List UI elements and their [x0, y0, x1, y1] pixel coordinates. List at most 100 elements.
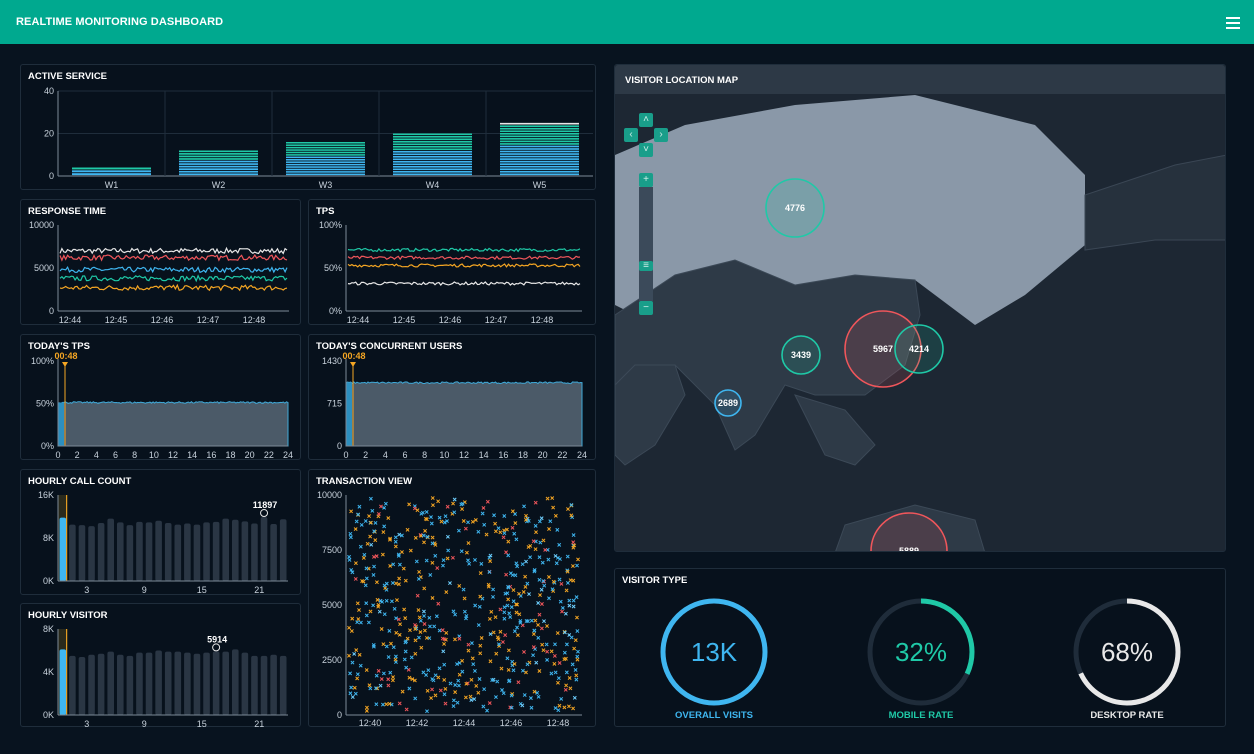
transaction-point	[471, 662, 476, 667]
bar-segment	[500, 132, 579, 135]
transaction-point	[509, 605, 514, 610]
transaction-point	[453, 683, 458, 687]
zoom-slider-handle[interactable]: ≡	[639, 261, 653, 271]
transaction-point	[429, 515, 433, 520]
y-tick-label: 4K	[43, 667, 54, 677]
transaction-point	[354, 519, 359, 524]
transaction-point	[404, 665, 409, 670]
pan-right-icon[interactable]: ›	[654, 128, 668, 142]
transaction-point	[547, 596, 551, 601]
transaction-point	[439, 519, 444, 524]
transaction-point	[502, 605, 507, 610]
transaction-point	[571, 604, 576, 609]
transaction-point	[372, 564, 377, 569]
x-tick-label: 9	[142, 585, 147, 595]
bar-segment	[179, 153, 258, 155]
zoom-slider-track[interactable]	[639, 187, 653, 301]
hour-bar-18	[232, 519, 239, 581]
transaction-point	[377, 609, 382, 614]
transaction-point	[376, 668, 381, 673]
transaction-point	[358, 544, 363, 549]
transaction-point	[553, 670, 558, 675]
transaction-point	[469, 698, 474, 703]
x-tick-label: 20	[245, 450, 255, 460]
pan-up-icon[interactable]: ˄	[639, 113, 653, 127]
transaction-point	[574, 677, 579, 682]
transaction-point	[515, 564, 520, 569]
hour-bar-9	[145, 522, 153, 581]
hour-bar-16	[212, 521, 220, 581]
transaction-point	[376, 511, 381, 516]
transaction-point	[447, 581, 452, 586]
series-line-4	[59, 283, 288, 292]
zoom-out-icon[interactable]: −	[639, 301, 653, 315]
transaction-point	[417, 569, 422, 574]
transaction-point	[381, 642, 386, 647]
transaction-point	[430, 541, 435, 546]
transaction-point	[467, 561, 472, 566]
transaction-point	[366, 620, 371, 625]
transaction-point	[544, 642, 549, 647]
transaction-point	[478, 571, 483, 576]
visitor-map[interactable]: 4776 3439 5967 4214 2689 5889	[615, 65, 1226, 552]
transaction-point	[407, 686, 412, 691]
transaction-point	[451, 501, 456, 506]
transaction-point	[575, 657, 580, 662]
transaction-point	[388, 563, 393, 568]
transaction-point	[553, 642, 557, 647]
series-line-3	[59, 274, 288, 283]
transaction-point	[498, 530, 503, 535]
transaction-point	[409, 655, 414, 660]
transaction-point	[370, 508, 375, 513]
transaction-point	[438, 688, 443, 693]
y-tick-label: 0	[49, 171, 54, 181]
transaction-point	[444, 590, 449, 595]
transaction-point	[498, 629, 503, 634]
transaction-point	[464, 550, 469, 555]
transaction-point	[507, 611, 512, 616]
transaction-point	[386, 655, 391, 659]
pan-left-icon[interactable]: ‹	[624, 128, 638, 142]
transaction-point	[461, 519, 466, 523]
transaction-point	[527, 592, 531, 597]
transaction-point	[504, 572, 509, 577]
hour-bar-8	[136, 521, 143, 581]
transaction-point	[428, 573, 433, 577]
transaction-point	[402, 607, 407, 612]
x-tick-label: 12:48	[531, 315, 554, 325]
top-bar: REALTIME MONITORING DASHBOARD	[0, 0, 1254, 44]
tps-panel: TPS 100% 50% 0% 12:44 12:45 12:46 12:47 12:48	[308, 199, 596, 325]
transaction-point	[533, 500, 538, 505]
transaction-point	[552, 653, 557, 658]
transaction-point	[545, 657, 550, 662]
y-tick-label: 8K	[43, 533, 54, 543]
hour-bar-9	[145, 652, 153, 715]
transaction-point	[516, 680, 521, 685]
pan-down-icon[interactable]: ˅	[639, 143, 653, 157]
bar-w3	[286, 142, 365, 176]
transaction-point	[382, 612, 387, 617]
bar-segment	[286, 142, 365, 144]
transaction-point	[456, 683, 461, 688]
transaction-point	[347, 653, 351, 658]
transaction-point	[353, 527, 358, 532]
x-tick-label: 12:47	[197, 315, 220, 325]
transaction-point	[536, 635, 541, 640]
transaction-point	[380, 702, 385, 707]
hour-bar-13	[184, 523, 191, 581]
transaction-point	[484, 532, 489, 537]
transaction-point	[510, 509, 515, 514]
transaction-point	[442, 677, 447, 682]
transaction-view-chart[interactable]: 10000 7500 5000 2500 0 12:40 12:42 12:44 12:46 12…	[309, 470, 597, 728]
transaction-point	[511, 668, 516, 673]
bar-segment	[500, 160, 579, 163]
hamburger-menu-icon[interactable]	[1226, 17, 1240, 29]
bar-segment	[500, 163, 579, 165]
zoom-in-icon[interactable]: +	[639, 173, 653, 187]
transaction-point	[357, 504, 362, 509]
transaction-point	[568, 686, 573, 691]
bar-segment	[179, 158, 258, 160]
map-marker-label: 5889	[899, 546, 919, 552]
transaction-point	[470, 656, 475, 661]
transaction-point	[473, 558, 477, 562]
